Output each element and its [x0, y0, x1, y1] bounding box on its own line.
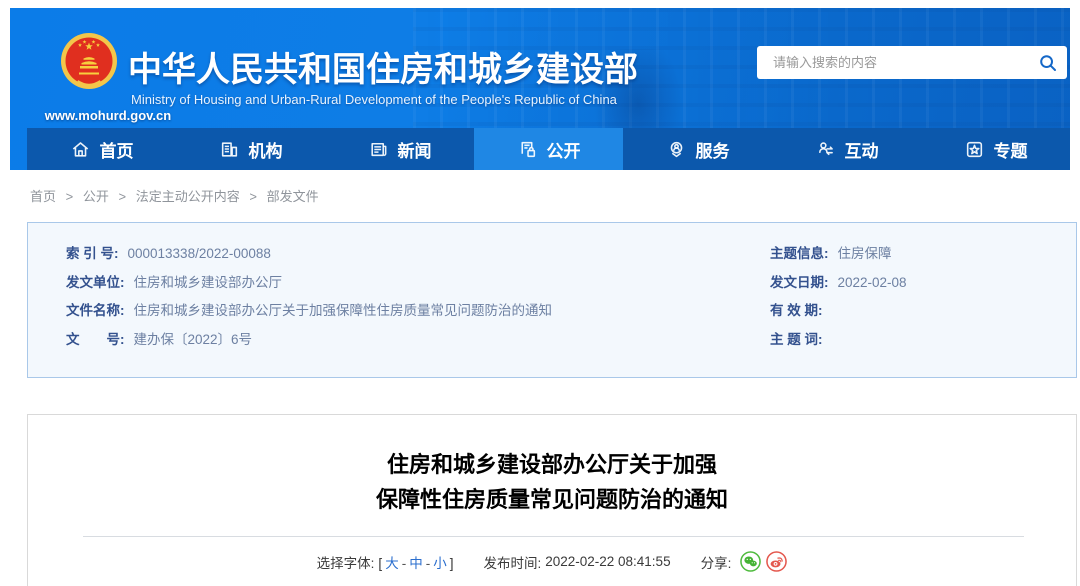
info-row-issue-date: 发文日期: 2022-02-08 — [770, 273, 1060, 293]
nav-item-home[interactable]: 首页 — [27, 128, 176, 170]
interaction-icon — [815, 139, 836, 160]
nav-item-org[interactable]: 机构 — [176, 128, 325, 170]
nav-item-topics[interactable]: 专题 — [921, 128, 1070, 170]
search-icon[interactable] — [1029, 46, 1067, 79]
article-panel: 住房和城乡建设部办公厅关于加强 保障性住房质量常见问题防治的通知 选择字体: [… — [27, 414, 1077, 586]
document-info-box: 索 引 号: 000013338/2022-00088 发文单位: 住房和城乡建设部… — [27, 222, 1077, 378]
nav-item-label: 机构 — [249, 137, 283, 162]
info-label: 发文日期: — [770, 275, 829, 290]
nav-item-services[interactable]: 服务 — [623, 128, 772, 170]
info-row-document-number: 文 号: 建办保〔2022〕6号 — [66, 330, 726, 350]
org-icon — [219, 139, 240, 160]
breadcrumb: 首页 > 公开 > 法定主动公开内容 > 部发文件 — [30, 186, 325, 205]
nav-item-label: 互动 — [845, 137, 879, 162]
bracket-open: [ — [378, 556, 382, 571]
info-label: 主 题 词: — [770, 332, 823, 347]
breadcrumb-item-disclosure[interactable]: 公开 — [83, 189, 109, 204]
nav-item-label: 首页 — [100, 137, 134, 162]
nav-item-label: 公开 — [547, 137, 581, 162]
info-row-document-name: 文件名称: 住房和城乡建设部办公厅关于加强保障性住房质量常见问题防治的通知 — [66, 301, 726, 321]
nav-item-news[interactable]: 新闻 — [325, 128, 474, 170]
national-emblem-icon — [55, 30, 123, 102]
publish-time-value: 2022-02-22 08:41:55 — [545, 554, 670, 569]
info-value: 住房保障 — [838, 246, 892, 261]
font-size-large-button[interactable]: 大 — [385, 556, 399, 571]
nav-item-label: 服务 — [696, 137, 730, 162]
home-icon — [70, 139, 91, 160]
wechat-icon[interactable] — [740, 551, 761, 572]
main-navbar: 首页 机构 新闻 — [27, 128, 1070, 170]
search-input[interactable] — [771, 54, 1029, 71]
info-row-keywords: 主 题 词: — [770, 330, 1060, 350]
doc-info-left-column: 索 引 号: 000013338/2022-00088 发文单位: 住房和城乡建设部… — [66, 244, 726, 358]
search-box — [757, 46, 1067, 79]
page: www.mohurd.gov.cn 中华人民共和国住房和城乡建设部 Minist… — [0, 0, 1080, 586]
disclosure-icon — [517, 139, 538, 160]
info-label: 发文单位: — [66, 275, 125, 290]
info-value: 000013338/2022-00088 — [128, 246, 271, 261]
news-icon — [368, 139, 389, 160]
font-size-small-button[interactable]: 小 — [433, 556, 447, 571]
document-title-line2: 保障性住房质量常见问题防治的通知 — [28, 482, 1076, 517]
info-row-issuing-unit: 发文单位: 住房和城乡建设部办公厅 — [66, 273, 726, 293]
info-label: 有 效 期: — [770, 303, 823, 318]
doc-info-right-column: 主题信息: 住房保障 发文日期: 2022-02-08 有 效 期: 主 题 词: — [770, 244, 1060, 358]
nav-item-label: 新闻 — [398, 137, 432, 162]
site-title-en: Ministry of Housing and Urban-Rural Deve… — [131, 92, 617, 107]
font-size-separator: - — [402, 556, 407, 571]
document-title: 住房和城乡建设部办公厅关于加强 保障性住房质量常见问题防治的通知 — [28, 415, 1076, 517]
nav-item-disclosure[interactable]: 公开 — [474, 128, 623, 170]
info-value: 住房和城乡建设部办公厅 — [134, 275, 283, 290]
info-value: 住房和城乡建设部办公厅关于加强保障性住房质量常见问题防治的通知 — [134, 303, 553, 318]
article-meta-row: 选择字体: [大-中-小] 发布时间: 2022-02-22 08:41:55 … — [28, 551, 1076, 572]
site-header: www.mohurd.gov.cn 中华人民共和国住房和城乡建设部 Minist… — [10, 8, 1070, 170]
info-value: 建办保〔2022〕6号 — [134, 332, 253, 347]
publish-time-label: 发布时间: — [483, 552, 541, 572]
weibo-icon[interactable] — [766, 551, 787, 572]
font-size-selector: [大-中-小] — [378, 552, 453, 572]
breadcrumb-item-home[interactable]: 首页 — [30, 189, 56, 204]
breadcrumb-separator: > — [119, 189, 127, 204]
share-label: 分享: — [701, 552, 732, 572]
site-url: www.mohurd.gov.cn — [24, 108, 192, 123]
info-label: 文 号: — [66, 332, 125, 347]
breadcrumb-item-current: 部发文件 — [267, 189, 319, 204]
title-divider — [83, 536, 1024, 537]
site-title-cn: 中华人民共和国住房和城乡建设部 — [128, 42, 638, 91]
nav-item-label: 专题 — [994, 137, 1028, 162]
info-row-topic-info: 主题信息: 住房保障 — [770, 244, 1060, 264]
document-title-line1: 住房和城乡建设部办公厅关于加强 — [28, 447, 1076, 482]
breadcrumb-separator: > — [66, 189, 74, 204]
info-value: 2022-02-08 — [838, 275, 907, 290]
breadcrumb-item-statutory-disclosure[interactable]: 法定主动公开内容 — [136, 189, 240, 204]
topics-icon — [964, 139, 985, 160]
info-row-validity: 有 效 期: — [770, 301, 1060, 321]
bracket-close: ] — [450, 556, 454, 571]
info-row-index-number: 索 引 号: 000013338/2022-00088 — [66, 244, 726, 264]
font-selector-label: 选择字体: — [317, 552, 375, 572]
info-label: 主题信息: — [770, 246, 829, 261]
service-icon — [666, 139, 687, 160]
font-size-separator: - — [426, 556, 431, 571]
font-size-medium-button[interactable]: 中 — [409, 556, 423, 571]
nav-item-interaction[interactable]: 互动 — [772, 128, 921, 170]
info-label: 索 引 号: — [66, 246, 119, 261]
breadcrumb-separator: > — [249, 189, 257, 204]
info-label: 文件名称: — [66, 303, 125, 318]
